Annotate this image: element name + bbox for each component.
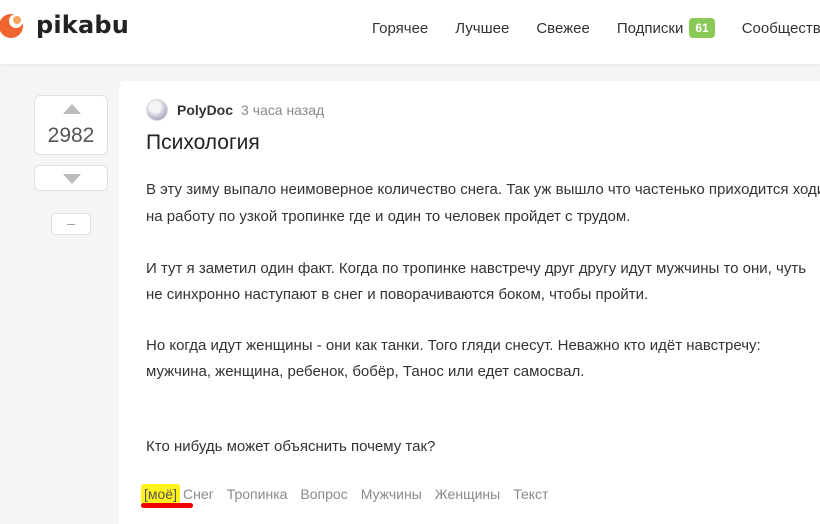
tag-path[interactable]: Тропинка <box>227 486 288 502</box>
nav-communities-label: Сообщества <box>741 19 820 37</box>
subscriptions-badge: 61 <box>689 18 715 38</box>
logo[interactable]: pikabu <box>0 10 129 40</box>
story-text-line: Но когда идут женщины - они как танки. Т… <box>146 337 761 354</box>
tag-women[interactable]: Женщины <box>435 486 500 502</box>
pikabu-logo-icon <box>0 14 23 38</box>
logo-text: pikabu <box>36 11 130 39</box>
tag-question[interactable]: Вопрос <box>300 486 347 502</box>
story-text-line: мужчина, женщина, ребенок, бобёр, Танос … <box>146 363 585 380</box>
story-text-line: на работу по узкой тропинке где и один т… <box>146 208 631 225</box>
site-header: pikabu Горячее Лучшее Свежее Подписки 61 … <box>0 0 820 64</box>
arrow-down-icon <box>63 174 81 184</box>
nav-best-label: Лучшее <box>455 19 510 37</box>
collapse-button[interactable]: – <box>51 213 91 235</box>
nav-subscriptions[interactable]: Подписки 61 <box>617 18 715 38</box>
author-name[interactable]: PolyDoc <box>177 102 233 118</box>
tag-snow[interactable]: Снег <box>183 486 214 502</box>
story-text-line: И тут я заметил один факт. Когда по троп… <box>146 260 807 277</box>
nav-best[interactable]: Лучшее <box>455 20 509 37</box>
nav-subscriptions-label: Подписки <box>616 19 684 37</box>
nav-hot[interactable]: Горячее <box>372 20 428 37</box>
avatar[interactable] <box>146 99 168 121</box>
story-author: PolyDoc 3 часа назад <box>146 99 324 121</box>
post-time: 3 часа назад <box>241 102 325 118</box>
story-text-line: не синхронно наступают в снег и поворачи… <box>146 286 649 303</box>
annotation-underline <box>141 503 193 508</box>
tag-men[interactable]: Мужчины <box>361 486 422 502</box>
story-card: PolyDoc 3 часа назад Психология В эту зи… <box>119 81 820 524</box>
tag-text[interactable]: Текст <box>513 486 548 502</box>
upvote-button[interactable]: 2982 <box>34 95 108 155</box>
story-text-line: В эту зиму выпало неимоверное количество… <box>146 181 820 198</box>
nav-communities[interactable]: Сообщества <box>742 20 820 37</box>
downvote-button[interactable] <box>34 165 108 191</box>
tag-moe[interactable]: [моё] <box>141 484 180 504</box>
arrow-up-icon <box>63 104 81 114</box>
nav-hot-label: Горячее <box>372 19 429 37</box>
rating-count: 2982 <box>47 124 95 147</box>
nav-fresh-label: Свежее <box>536 19 590 37</box>
story-title[interactable]: Психология <box>146 131 260 155</box>
nav-fresh[interactable]: Свежее <box>536 20 590 37</box>
story-text-line: Кто нибудь может объяснить почему так? <box>146 438 436 455</box>
story-tags: [моё] Снег Тропинка Вопрос Мужчины Женщи… <box>141 484 561 504</box>
main-nav: Горячее Лучшее Свежее Подписки 61 Сообщес… <box>372 18 820 38</box>
